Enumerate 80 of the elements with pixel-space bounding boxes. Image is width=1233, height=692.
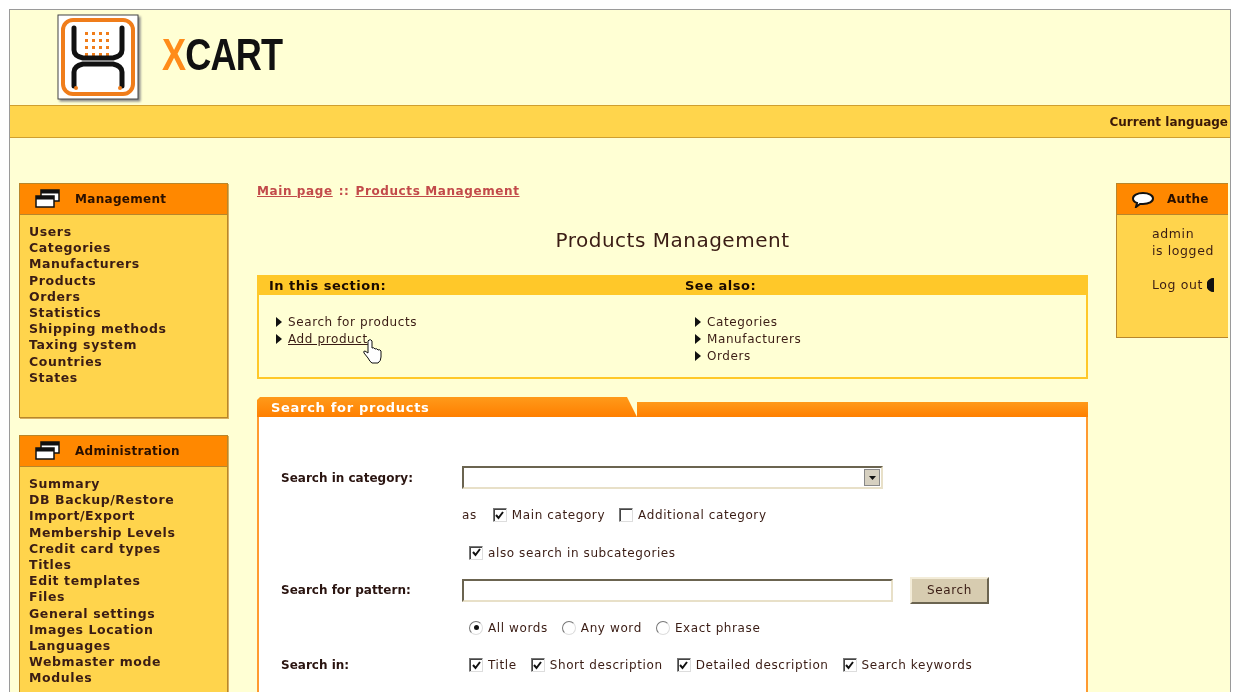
radio-label: Any word [580,620,642,635]
checkbox-label: Additional category [638,508,767,523]
sidebar-link[interactable]: Membership Levels [29,524,176,541]
login-status-text: admin [1152,226,1196,243]
windows-icon [35,441,61,461]
sidebar-link[interactable]: Statistics [29,305,102,322]
checkbox[interactable] [676,658,691,673]
sidebar-link[interactable]: Taxing system [29,337,138,354]
section-title: See also: [685,277,757,293]
as-label: as [462,508,477,523]
checkbox-label: Title [488,658,517,673]
section-title: In this section: [269,277,387,293]
sidebar-link[interactable]: Shipping methods [29,321,167,338]
sidebar-link[interactable]: Orders [29,288,81,305]
field-label: Search in: [280,658,351,673]
round-button-icon [1207,278,1214,292]
sidebar-link[interactable]: Images Location [29,621,154,639]
category-dropdown[interactable] [462,466,883,490]
page-title: Products Management [555,228,790,252]
checkbox[interactable] [530,658,545,673]
checkbox[interactable] [492,508,507,523]
field-label: Search in category: [280,470,414,485]
sidebar-link[interactable]: States [29,369,78,387]
checkbox-label: also search in subcategories [488,545,676,560]
panel-title: Management [75,192,167,206]
panel-title: Administration [75,444,180,458]
speech-bubble-icon [1132,190,1154,208]
triangle-bullet-icon [276,317,282,328]
search-button[interactable]: Search [910,576,989,604]
breadcrumb-link[interactable]: Main page [257,184,333,198]
sidebar-link[interactable]: Import/Export [29,508,135,525]
checkbox[interactable] [842,658,857,673]
checkbox-label: Main category [511,508,606,523]
checkbox[interactable] [469,545,483,560]
checkbox[interactable] [469,658,483,673]
section-link[interactable]: Search for products [288,314,418,331]
dropdown-arrow-icon [868,475,876,480]
sidebar-link[interactable]: Modules [29,670,93,687]
radio-button[interactable] [561,620,576,635]
sidebar-link[interactable]: Edit templates [29,573,141,590]
sidebar-link[interactable]: Manufacturers [29,256,140,273]
pattern-input[interactable] [462,578,893,602]
triangle-bullet-icon [695,351,701,361]
triangle-bullet-icon [276,334,282,345]
sidebar-link[interactable]: Products [29,272,97,289]
sidebar-link[interactable]: General settings [29,605,156,622]
checkbox-label: Short description [549,658,663,673]
radio-label: All words [488,620,548,635]
checkbox[interactable] [619,508,634,523]
sidebar-link[interactable]: DB Backup/Restore [29,492,175,509]
sidebar-link[interactable]: Categories [29,240,111,257]
logo-icon [57,14,140,101]
section-link[interactable]: Categories [707,314,778,331]
section-link[interactable]: Orders [707,347,751,365]
radio-button[interactable] [469,620,483,635]
triangle-bullet-icon [695,334,701,345]
sidebar-link[interactable]: Countries [29,353,103,370]
sidebar-link[interactable]: Credit card types [29,540,161,557]
windows-icon [35,189,61,209]
language-label: Current language [1109,114,1228,129]
triangle-bullet-icon [695,317,701,328]
sidebar-link[interactable]: Users [29,224,72,241]
sidebar-link[interactable]: Files [29,589,66,606]
checkbox-label: Detailed description [695,658,829,673]
breadcrumb-link[interactable]: Products Management [355,184,520,198]
section-link[interactable]: Manufacturers [707,330,802,348]
logout-link[interactable]: Log out [1152,276,1203,294]
sidebar-link[interactable]: Webmaster mode [29,654,162,671]
breadcrumb-separator: :: [338,184,350,198]
section-link[interactable]: Add product [288,330,368,348]
login-status-text: is logged [1152,242,1215,260]
sidebar-link[interactable]: Summary [29,476,100,493]
sidebar-link[interactable]: Titles [29,557,72,574]
panel-title: Authe [1167,192,1209,206]
checkbox-label: Search keywords [861,658,973,673]
field-label: Search for pattern: [280,583,412,598]
radio-button[interactable] [655,620,670,635]
logo-text: XCART [162,29,283,80]
sidebar-link[interactable]: Languages [29,638,111,655]
radio-label: Exact phrase [674,620,761,635]
